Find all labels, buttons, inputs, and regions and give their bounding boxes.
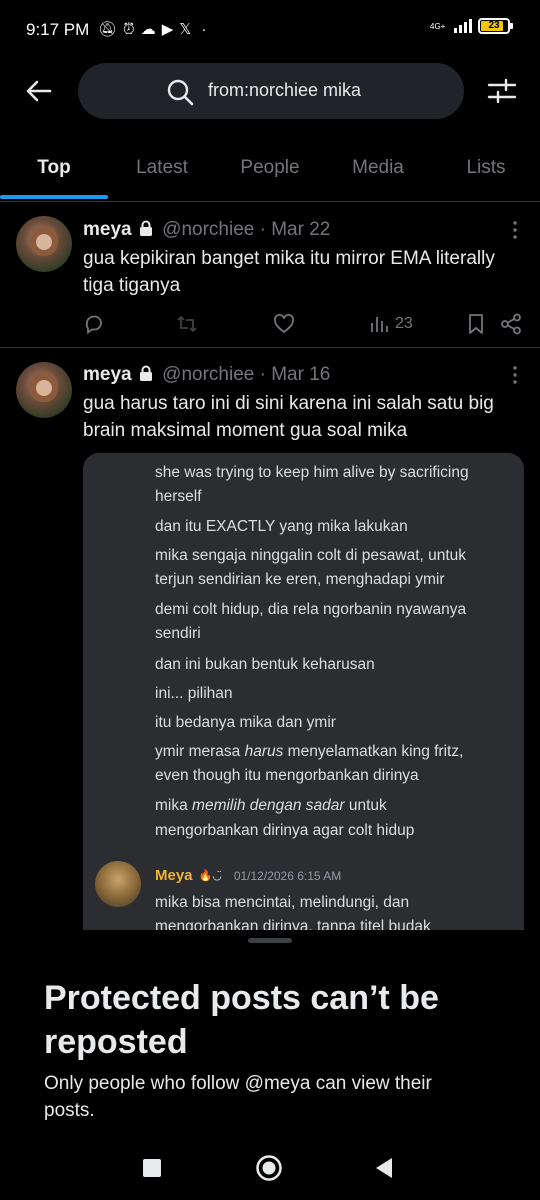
cloud-icon: ☁︎ [140,21,156,38]
post-actions: 23 [0,311,540,341]
alarm-icon: ⏰︎ [123,21,135,38]
recents-icon[interactable] [142,1158,162,1178]
system-nav-bar [0,1140,540,1200]
youtube-icon: ▶︎ [161,21,174,38]
more-notifications-icon: · [201,21,207,38]
notification-icons: 🔕︎ ⏰︎ ☁︎ ▶︎ 𝕏 · [98,20,206,40]
post-header: meya @norchiee · Mar 16 [83,362,330,388]
lock-icon [139,220,152,236]
search-query: from:norchiee mika [208,80,362,100]
reply-header: Meya 🔥◡̈ 01/12/2026 6:15 AM [155,867,341,884]
reply-time: 01/12/2026 6:15 AM [233,868,342,883]
repost-button[interactable] [176,311,198,337]
separator: · [259,219,266,240]
message-line: mika bisa mencintai, melindungi, dan [155,894,410,911]
message-line: mengorbankan dirinya agar colt hidup [155,822,415,839]
signal-icon [454,19,472,33]
home-icon[interactable] [255,1154,283,1182]
more-icon[interactable] [512,219,518,241]
search-tabs: Top Latest People Media Lists [0,140,540,202]
like-icon [274,314,294,334]
message-line: ini... pilihan [155,685,233,702]
message-line: demi colt hidup, dia rela ngorbanin nyaw… [155,601,467,618]
message-line: mika sengaja ninggalin colt di pesawat, … [155,547,467,564]
reply-icon [85,315,102,335]
network-type: 4G+ [430,21,446,31]
message-line: even though itu mengorbankan dirinya [155,767,419,784]
sheet-grabber[interactable] [248,938,292,943]
battery-level: 23 [488,20,500,31]
post-date[interactable]: Mar 16 [271,364,330,385]
views-button[interactable]: 23 [369,311,413,337]
message-line: ymir merasa harus menyelamatkan king fri… [155,743,464,760]
like-button[interactable] [273,311,295,337]
post-image[interactable]: she was trying to keep him alive by sacr… [83,453,524,933]
status-time: 9:17 PM [26,20,90,39]
message-line: dan ini bukan bentuk keharusan [155,656,375,673]
status-bar: 9:17 PM 🔕︎ ⏰︎ ☁︎ ▶︎ 𝕏 · 4G+ 23 [0,0,540,60]
lock-icon [139,365,152,381]
post[interactable]: meya @norchiee · Mar 22 gua kepikiran ba… [0,203,540,348]
separator: · [259,364,266,385]
avatar[interactable] [16,362,72,418]
message-line: sendiri [155,625,201,642]
filter-icon[interactable] [486,75,518,107]
battery-icon: 23 [478,18,513,34]
handle[interactable]: @norchiee [162,219,254,240]
back-nav-icon[interactable] [374,1157,394,1179]
tab-lists[interactable]: Lists [432,140,540,201]
post-date[interactable]: Mar 22 [271,219,330,240]
reply-emoji: 🔥◡̈ [198,870,222,882]
tab-top[interactable]: Top [0,140,108,201]
reply-author: Meya [155,867,193,884]
post-text: gua kepikiran banget mika itu mirror EMA… [83,248,495,296]
display-name[interactable]: meya [83,219,132,240]
sheet-title: Protected posts can’t be reposted [44,979,439,1061]
reply-button[interactable] [83,311,105,337]
share-icon [501,313,521,335]
message-line: itu bedanya mika dan ymir [155,714,336,731]
views-icon [371,317,388,332]
views-count: 23 [395,315,413,332]
tab-media[interactable]: Media [324,140,432,201]
dnd-off-icon: 🔕︎ [98,21,118,38]
sheet-body: Only people who follow @meya can view th… [44,1073,432,1121]
avatar[interactable] [16,216,72,272]
reply-avatar [95,861,141,907]
back-arrow-icon[interactable] [24,76,54,106]
handle[interactable]: @norchiee [162,364,254,385]
x-app-icon: 𝕏 [179,21,192,38]
post-header: meya @norchiee · Mar 22 [83,217,330,243]
more-icon[interactable] [512,364,518,386]
search-input[interactable]: from:norchiee mika [78,63,464,119]
bookmark-icon [469,314,483,334]
tab-people[interactable]: People [216,140,324,201]
message-line: terjun sendirian ke eren, menghadapi ymi… [155,571,445,588]
display-name[interactable]: meya [83,364,132,385]
message-line: she was trying to keep him alive by sacr… [155,464,469,481]
message-line: mika memilih dengan sadar untuk [155,797,387,814]
message-line: dan itu EXACTLY yang mika lakukan [155,518,408,535]
tab-latest[interactable]: Latest [108,140,216,201]
repost-icon [177,316,197,332]
post-text: gua harus taro ini di sini karena ini sa… [83,393,494,441]
share-button[interactable] [500,311,522,337]
message-line: herself [155,488,202,505]
search-icon [167,79,194,106]
bookmark-button[interactable] [466,311,486,337]
